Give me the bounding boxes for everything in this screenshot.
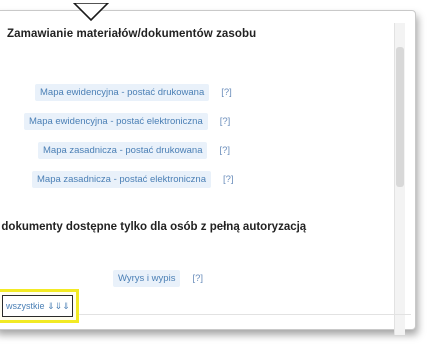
order-materials-popup: Zamawianie materiałów/dokumentów zasobu … [0,3,416,335]
highlight-box: wszystkie ⇓⇓⇓ [0,289,79,323]
scrollbar[interactable] [394,23,405,335]
order-link-mapa-ewidencyjna-drukowana[interactable]: Mapa ewidencyjna - postać drukowana [35,84,210,101]
list-item: Mapa ewidencyjna - postać drukowana [?] [35,84,232,101]
help-link[interactable]: [?] [223,174,234,185]
help-link[interactable]: [?] [221,87,232,98]
help-link[interactable]: [?] [220,116,231,127]
order-link-wyrys-i-wypis[interactable]: Wyrys i wypis [113,270,181,287]
popup-title: Zamawianie materiałów/dokumentów zasobu [7,28,257,40]
list-item: Mapa ewidencyjna - postać elektroniczna … [24,113,230,130]
order-link-mapa-zasadnicza-elektroniczna[interactable]: Mapa zasadnicza - postać elektroniczna [32,171,211,188]
page: Zamawianie materiałów/dokumentów zasobu … [0,0,433,354]
restricted-section-heading: i dokumenty dostępne tylko dla osób z pe… [0,221,307,233]
show-all-button[interactable]: wszystkie ⇓⇓⇓ [2,295,73,317]
order-link-mapa-ewidencyjna-elektroniczna[interactable]: Mapa ewidencyjna - postać elektroniczna [24,113,208,130]
order-link-mapa-zasadnicza-drukowana[interactable]: Mapa zasadnicza - postać drukowana [38,142,208,159]
list-item: Wyrys i wypis [?] [113,270,203,287]
list-item: Mapa zasadnicza - postać drukowana [?] [38,142,230,159]
scrollbar-thumb[interactable] [396,47,404,187]
list-item: Mapa zasadnicza - postać elektroniczna [… [32,171,234,188]
help-link[interactable]: [?] [192,273,203,284]
popup-pointer [73,3,109,29]
help-link[interactable]: [?] [219,145,230,156]
